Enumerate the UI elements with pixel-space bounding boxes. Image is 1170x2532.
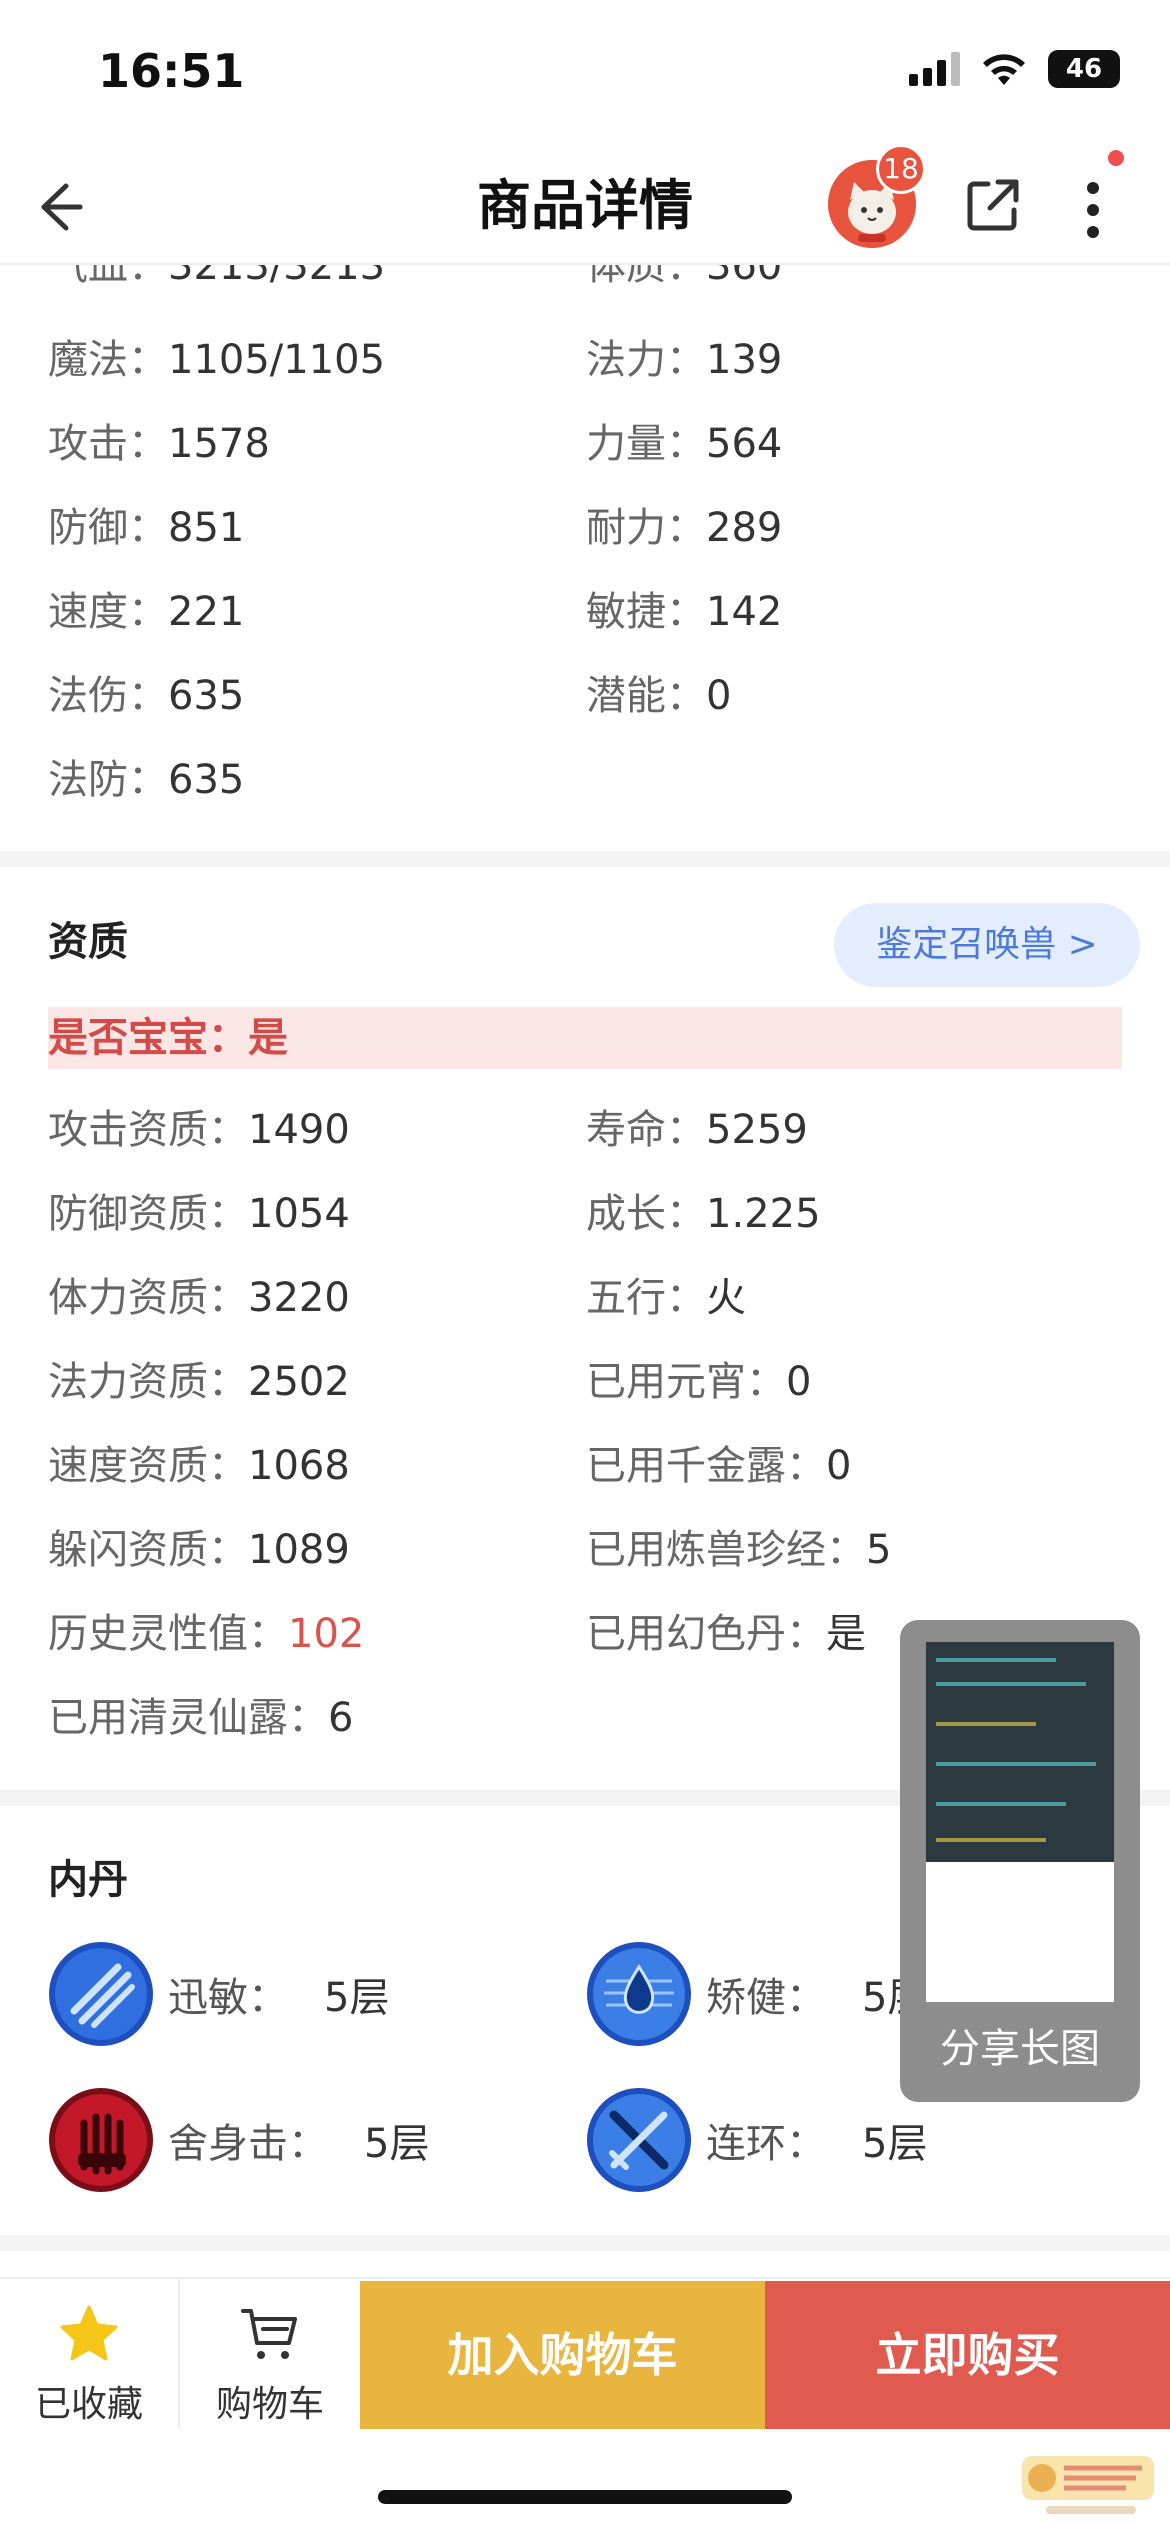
star-icon (60, 2305, 118, 2361)
cart-tab[interactable]: 购物车 (180, 2279, 360, 2429)
share-long-image-button[interactable]: 分享长图 (900, 1620, 1140, 2102)
appraise-pet-button[interactable]: 鉴定召唤兽 > (834, 903, 1140, 987)
more-notification-dot (1108, 150, 1124, 166)
preview-line (936, 1658, 1056, 1662)
attr-row: 法伤：635 (48, 673, 245, 719)
status-time: 16:51 (98, 44, 245, 98)
preview-white-area (926, 1862, 1114, 2002)
attr-row: 气血：3213/3213 (48, 265, 386, 289)
aptitude-row: 已用元宵：0 (586, 1359, 812, 1405)
add-to-cart-button[interactable]: 加入购物车 (360, 2281, 765, 2429)
attr-row: 防御：851 (48, 505, 245, 551)
battery-icon: 46 (1048, 50, 1120, 88)
buy-now-button[interactable]: 立即购买 (765, 2281, 1170, 2429)
aptitude-row: 成长：1.225 (586, 1191, 821, 1237)
shopping-cart-icon (241, 2309, 297, 2359)
attr-row: 法防：635 (48, 757, 245, 803)
neidan-title: 内丹 (48, 1857, 128, 1903)
crossed-swords-icon (587, 2088, 691, 2192)
share-preview-thumbnail (926, 1642, 1114, 2002)
preview-line (936, 1722, 1036, 1726)
aptitude-row: 历史灵性值：102 (48, 1611, 365, 1657)
aptitude-row: 体力资质：3220 (48, 1275, 350, 1321)
watermark-logo-icon (1022, 2456, 1154, 2514)
home-indicator (378, 2490, 792, 2504)
notification-badge: 18 (876, 144, 926, 194)
signal-icon (909, 52, 960, 86)
attr-row: 耐力：289 (586, 505, 783, 551)
aptitude-row: 寿命：5259 (586, 1107, 808, 1153)
preview-line (936, 1838, 1046, 1842)
preview-line (936, 1802, 1066, 1806)
cart-label: 购物车 (215, 2384, 324, 2425)
water-drop-icon (587, 1942, 691, 2046)
neidan-item[interactable]: 舍身击： 5层 (48, 2087, 429, 2193)
nav-bar: 商品详情 18 (0, 144, 1170, 265)
preview-line (936, 1762, 1096, 1766)
aptitude-row: 已用千金露：0 (586, 1443, 852, 1489)
aptitude-row: 法力资质：2502 (48, 1359, 350, 1405)
section-divider (0, 2235, 1170, 2251)
preview-line (936, 1682, 1086, 1686)
aptitude-row: 防御资质：1054 (48, 1191, 350, 1237)
attr-row: 攻击：1578 (48, 421, 270, 467)
is-baby-text: 是否宝宝：是 (48, 1015, 288, 1061)
neidan-item[interactable]: 连环： 5层 (586, 2087, 927, 2193)
bottom-action-bar: 已收藏 购物车 加入购物车 立即购买 (0, 2277, 1170, 2429)
neidan-item[interactable]: 矫健： 5层 (586, 1941, 927, 2047)
attr-row: 法力：139 (586, 337, 783, 383)
aptitude-row: 已用炼兽珍经：5 (586, 1527, 892, 1573)
aptitude-row: 已用清灵仙露：6 (48, 1695, 354, 1741)
favorite-tab[interactable]: 已收藏 (0, 2279, 178, 2429)
red-claw-icon (49, 2088, 153, 2192)
more-icon[interactable] (1068, 170, 1118, 250)
aptitude-row: 五行：火 (586, 1275, 746, 1321)
favorite-label: 已收藏 (34, 2384, 143, 2425)
wifi-icon (983, 54, 1025, 85)
aptitude-row: 攻击资质：1490 (48, 1107, 350, 1153)
attr-row: 敏捷：142 (586, 589, 783, 635)
status-bar: 16:51 46 (0, 0, 1170, 150)
share-icon[interactable] (958, 170, 1028, 240)
attr-row: 潜能：0 (586, 673, 732, 719)
share-long-image-label: 分享长图 (940, 2026, 1100, 2072)
attr-row: 力量：564 (586, 421, 783, 467)
aptitude-title: 资质 (48, 919, 128, 965)
status-icons: 46 (909, 50, 1120, 88)
aptitude-row: 已用幻色丹：是 (586, 1611, 866, 1657)
section-divider (0, 851, 1170, 867)
attr-row: 魔法：1105/1105 (48, 337, 386, 383)
swift-claw-icon (49, 1942, 153, 2046)
attr-row: 速度：221 (48, 589, 245, 635)
spirit-value: 102 (288, 1611, 365, 1657)
attr-row: 体质：360 (586, 265, 783, 289)
is-baby-banner: 是否宝宝：是 (48, 1007, 1122, 1069)
aptitude-row: 躲闪资质：1089 (48, 1527, 350, 1573)
aptitude-row: 速度资质：1068 (48, 1443, 350, 1489)
neidan-item[interactable]: 迅敏： 5层 (48, 1941, 389, 2047)
